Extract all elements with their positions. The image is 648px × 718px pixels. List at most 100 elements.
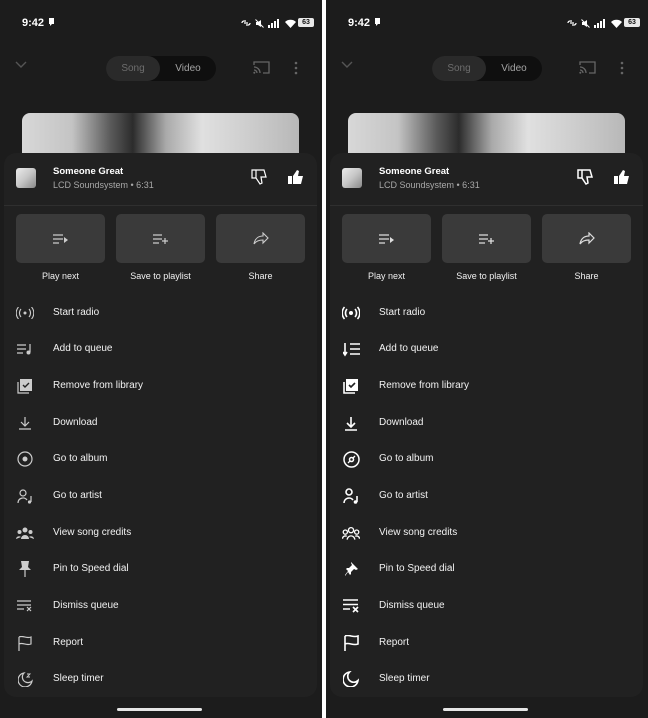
- divider: [330, 205, 643, 206]
- share-label: Share: [574, 271, 599, 281]
- dismiss-queue-icon: [342, 597, 360, 615]
- menu-item-download[interactable]: Download: [4, 408, 317, 438]
- quick-actions: Play next Save to playlist Share: [16, 214, 305, 284]
- menu-item-dismiss-queue[interactable]: Dismiss queue: [4, 591, 317, 621]
- home-indicator[interactable]: [117, 708, 202, 711]
- toggle-video[interactable]: Video: [486, 56, 542, 81]
- menu-item-label: Download: [53, 417, 98, 428]
- play-next-button[interactable]: Play next: [342, 214, 431, 284]
- chevron-down-icon[interactable]: [340, 60, 354, 70]
- menu-item-start-radio[interactable]: Start radio: [4, 298, 317, 328]
- phone-screen-left: 9:42 63 Song Video Someone Great LCD Sou…: [0, 0, 322, 718]
- pin-icon: [16, 560, 34, 578]
- playlist-add-icon: [478, 233, 494, 244]
- menu-item-report[interactable]: Report: [330, 628, 643, 658]
- cast-icon[interactable]: [579, 61, 596, 74]
- quick-actions: Play next Save to playlist Share: [342, 214, 631, 284]
- menu-item-label: Report: [379, 637, 410, 648]
- like-icon[interactable]: [287, 169, 304, 185]
- save-to-playlist-button[interactable]: Save to playlist: [116, 214, 205, 284]
- menu-item-label: Download: [379, 417, 424, 428]
- menu-item-sleep-timer[interactable]: Sleep timer: [330, 664, 643, 694]
- song-thumbnail: [16, 168, 36, 188]
- menu-item-label: Dismiss queue: [379, 600, 445, 611]
- menu-item-label: View song credits: [53, 527, 132, 538]
- menu-item-remove-from-library[interactable]: Remove from library: [4, 371, 317, 401]
- menu-item-go-to-artist[interactable]: Go to artist: [4, 481, 317, 511]
- menu-item-view-song-credits[interactable]: View song credits: [4, 518, 317, 548]
- dislike-icon[interactable]: [577, 169, 594, 185]
- flag-icon: [16, 634, 34, 652]
- cast-icon[interactable]: [253, 61, 270, 74]
- menu-item-add-to-queue[interactable]: Add to queue: [4, 334, 317, 364]
- play-next-button[interactable]: Play next: [16, 214, 105, 284]
- mute-icon: [581, 18, 590, 28]
- song-title: Someone Great: [53, 166, 124, 177]
- artist-icon: [342, 487, 360, 505]
- menu-item-label: Report: [53, 637, 84, 648]
- menu-item-pin-to-speed-dial[interactable]: Pin to Speed dial: [330, 554, 643, 584]
- save-to-playlist-tile[interactable]: [442, 214, 531, 263]
- download-icon: [342, 414, 360, 432]
- library-remove-icon: [342, 377, 360, 395]
- player-top-bar: Song Video: [0, 56, 322, 82]
- menu-item-view-song-credits[interactable]: View song credits: [330, 518, 643, 548]
- song-thumbnail: [342, 168, 362, 188]
- more-options-icon[interactable]: [294, 61, 298, 75]
- menu-item-go-to-artist[interactable]: Go to artist: [330, 481, 643, 511]
- menu-item-go-to-album[interactable]: Go to album: [4, 444, 317, 474]
- share-label: Share: [248, 271, 273, 281]
- sleep-timer-icon: [16, 670, 34, 688]
- signal-icon: [594, 18, 605, 28]
- toggle-song[interactable]: Song: [432, 56, 486, 81]
- share-button[interactable]: Share: [542, 214, 631, 284]
- song-header: Someone Great LCD Soundsystem • 6:31: [330, 153, 643, 205]
- menu-item-pin-to-speed-dial[interactable]: Pin to Speed dial: [4, 554, 317, 584]
- toggle-video[interactable]: Video: [160, 56, 216, 81]
- queue-add-icon: [342, 340, 360, 358]
- menu-item-label: View song credits: [379, 527, 458, 538]
- song-video-toggle[interactable]: Song Video: [432, 56, 542, 81]
- status-time: 9:42: [22, 17, 45, 29]
- menu-item-report[interactable]: Report: [4, 628, 317, 658]
- menu-item-add-to-queue[interactable]: Add to queue: [330, 334, 643, 364]
- radio-icon: [342, 304, 360, 322]
- play-next-tile[interactable]: [16, 214, 105, 263]
- album-icon: [342, 450, 360, 468]
- menu-item-dismiss-queue[interactable]: Dismiss queue: [330, 591, 643, 621]
- menu-item-download[interactable]: Download: [330, 408, 643, 438]
- share-button[interactable]: Share: [216, 214, 305, 284]
- flag-icon: [342, 634, 360, 652]
- play-next-label: Play next: [367, 271, 406, 281]
- menu-item-sleep-timer[interactable]: Sleep timer: [4, 664, 317, 694]
- save-to-playlist-tile[interactable]: [116, 214, 205, 263]
- menu-item-label: Sleep timer: [53, 673, 104, 684]
- song-header: Someone Great LCD Soundsystem • 6:31: [4, 153, 317, 205]
- menu-item-label: Pin to Speed dial: [53, 563, 129, 574]
- share-icon: [252, 232, 269, 245]
- player-top-bar: Song Video: [326, 56, 648, 82]
- like-icon[interactable]: [613, 169, 630, 185]
- menu-item-label: Go to album: [53, 453, 108, 464]
- dislike-icon[interactable]: [251, 169, 268, 185]
- credits-icon: [16, 524, 34, 542]
- toggle-song[interactable]: Song: [106, 56, 160, 81]
- play-next-icon: [378, 233, 394, 244]
- menu-item-label: Remove from library: [379, 380, 470, 391]
- menu-item-remove-from-library[interactable]: Remove from library: [330, 371, 643, 401]
- share-tile[interactable]: [216, 214, 305, 263]
- pin-icon: [342, 560, 360, 578]
- signal-icon: [268, 18, 279, 28]
- notification-icon: [375, 18, 380, 26]
- menu-item-start-radio[interactable]: Start radio: [330, 298, 643, 328]
- song-video-toggle[interactable]: Song Video: [106, 56, 216, 81]
- menu-item-go-to-album[interactable]: Go to album: [330, 444, 643, 474]
- play-next-tile[interactable]: [342, 214, 431, 263]
- save-to-playlist-button[interactable]: Save to playlist: [442, 214, 531, 284]
- chevron-down-icon[interactable]: [14, 60, 28, 70]
- playlist-add-icon: [152, 233, 168, 244]
- home-indicator[interactable]: [443, 708, 528, 711]
- share-tile[interactable]: [542, 214, 631, 263]
- more-options-icon[interactable]: [620, 61, 624, 75]
- queue-add-icon: [16, 340, 34, 358]
